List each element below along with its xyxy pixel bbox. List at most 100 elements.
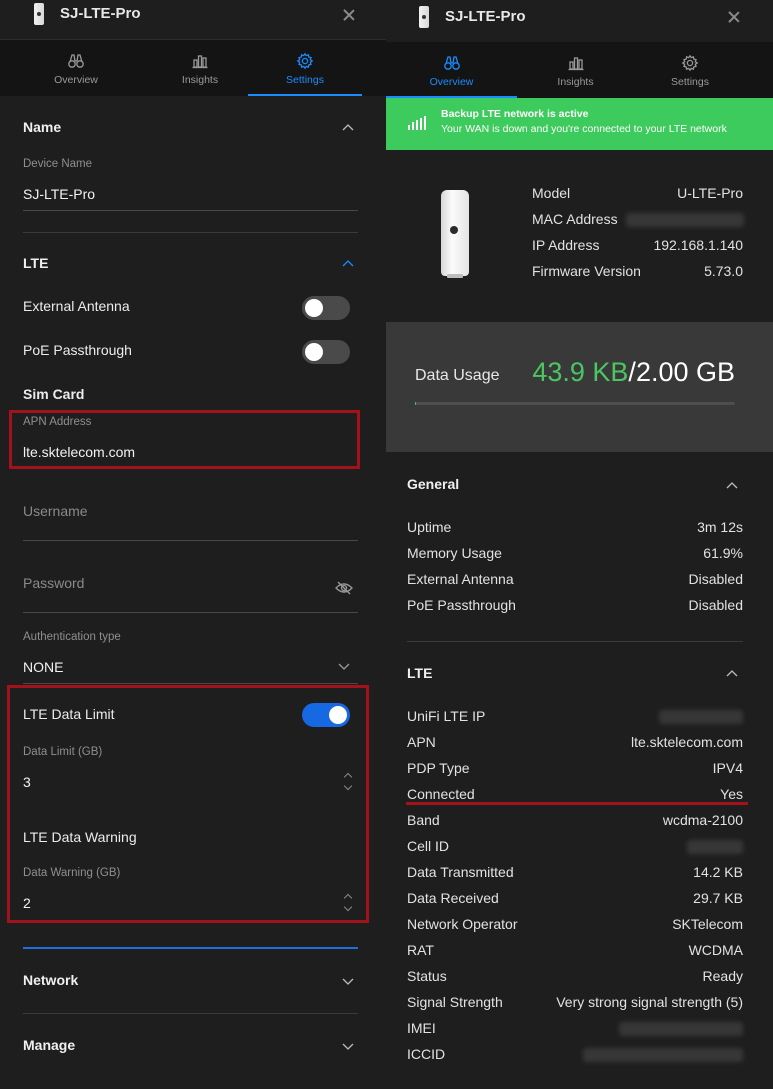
lte-row-label: IMEI [407, 1020, 436, 1036]
data-usage-used: 43.9 KB [532, 357, 629, 387]
lte-row-label: Signal Strength [407, 994, 503, 1010]
ip-address-value: 192.168.1.140 [653, 237, 743, 253]
general-row-label: External Antenna [407, 571, 514, 587]
lte-row-value: Ready [702, 968, 743, 984]
tab-settings[interactable]: Settings [248, 40, 362, 96]
close-icon[interactable] [343, 9, 355, 21]
apn-address-field[interactable]: lte.sktelecom.com [23, 444, 135, 460]
mac-address-value [626, 213, 744, 227]
auth-type-label: Authentication type [23, 631, 121, 643]
left-title-bar: SJ-LTE-Pro [0, 0, 386, 40]
lte-row-value [659, 710, 743, 724]
general-row-label: Memory Usage [407, 545, 502, 561]
binoculars-icon [68, 54, 84, 68]
section-divider [23, 232, 358, 233]
data-warning-input[interactable]: 2 [23, 895, 31, 911]
lte-row-value: 14.2 KB [693, 864, 743, 880]
tab-insights-label: Insights [557, 76, 594, 88]
gear-icon [681, 54, 699, 72]
lte-row-label: Data Transmitted [407, 864, 514, 880]
data-warning-stepper[interactable] [343, 894, 353, 912]
lte-row-label: ICCID [407, 1046, 446, 1062]
lte-row-value: SKTelecom [672, 916, 743, 932]
auth-type-underline [23, 683, 358, 684]
left-device-title: SJ-LTE-Pro [60, 5, 141, 22]
lte-row-label: UniFi LTE IP [407, 708, 486, 724]
device-name-underline [23, 210, 358, 211]
general-row-label: Uptime [407, 519, 452, 535]
firmware-value: 5.73.0 [704, 263, 743, 279]
lte-section-heading[interactable]: LTE [407, 665, 432, 681]
general-row-value: Disabled [688, 597, 743, 613]
username-underline [23, 540, 358, 541]
chevron-down-icon[interactable] [342, 975, 354, 987]
lte-row-value [687, 840, 743, 854]
tab-insights[interactable]: Insights [152, 40, 248, 96]
lte-row-label: Connected [407, 786, 475, 802]
sim-card-heading: Sim Card [23, 386, 85, 402]
lte-data-limit-toggle[interactable] [302, 703, 350, 727]
binoculars-icon [443, 56, 460, 70]
password-underline [23, 612, 358, 613]
section-divider [23, 1013, 358, 1014]
gear-icon [296, 52, 314, 70]
username-field[interactable]: Username [23, 503, 88, 519]
lte-data-warning-heading: LTE Data Warning [23, 829, 137, 845]
tab-settings[interactable]: Settings [634, 42, 746, 98]
right-tab-bar: Overview Insights Settings [386, 42, 773, 98]
lte-row-value: IPV4 [712, 760, 743, 776]
data-limit-label: Data Limit (GB) [23, 746, 103, 758]
tab-insights[interactable]: Insights [517, 42, 634, 98]
lte-row-value: 29.7 KB [693, 890, 743, 906]
lte-row-label: PDP Type [407, 760, 470, 776]
device-icon [34, 3, 44, 25]
chevron-up-icon[interactable] [342, 122, 354, 134]
ip-address-label: IP Address [532, 237, 600, 253]
external-antenna-toggle[interactable] [302, 296, 350, 320]
data-usage-separator: / [628, 357, 636, 387]
chevron-down-icon[interactable] [342, 1040, 354, 1052]
auth-type-select[interactable]: NONE [23, 659, 63, 675]
chevron-up-icon[interactable] [726, 668, 738, 680]
model-value: U-LTE-Pro [677, 185, 743, 201]
data-limit-stepper[interactable] [343, 773, 353, 791]
lte-row-label: Cell ID [407, 838, 450, 854]
manage-section-heading[interactable]: Manage [23, 1037, 75, 1053]
lte-row-label: Band [407, 812, 440, 828]
lte-row-label: Network Operator [407, 916, 518, 932]
device-name-field[interactable]: SJ-LTE-Pro [23, 186, 95, 202]
lte-row-label: Status [407, 968, 447, 984]
connected-highlight-line [406, 802, 748, 805]
lte-row-label: Data Received [407, 890, 499, 906]
close-icon[interactable] [728, 11, 740, 23]
device-name-label: Device Name [23, 158, 93, 170]
general-row-label: PoE Passthrough [407, 597, 516, 613]
lte-row-value: Very strong signal strength (5) [556, 994, 743, 1010]
chevron-up-icon[interactable] [342, 258, 354, 270]
lte-row-value: WCDMA [688, 942, 743, 958]
network-section-heading[interactable]: Network [23, 972, 78, 988]
chevron-down-icon[interactable] [338, 660, 350, 672]
apn-address-label: APN Address [23, 416, 92, 428]
tab-overview-label: Overview [429, 76, 474, 88]
lte-row-label: RAT [407, 942, 434, 958]
section-divider [407, 641, 743, 642]
data-usage-bar [415, 402, 735, 405]
general-row-value: 3m 12s [697, 519, 743, 535]
tab-overview-label: Overview [54, 74, 98, 86]
tab-overview[interactable]: Overview [0, 40, 152, 96]
overview-panel: SJ-LTE-Pro Overview Insights Settings Ba… [386, 0, 773, 1089]
data-usage-card: Data Usage 43.9 KB/2.00 GB [386, 322, 773, 452]
external-antenna-label: External Antenna [23, 298, 130, 314]
bar-chart-icon [192, 55, 208, 69]
lte-row-value: lte.sktelecom.com [630, 734, 743, 750]
eye-slash-icon[interactable] [335, 580, 353, 596]
general-section-heading[interactable]: General [407, 476, 459, 492]
data-limit-input[interactable]: 3 [23, 774, 31, 790]
poe-passthrough-toggle[interactable] [302, 340, 350, 364]
right-device-title: SJ-LTE-Pro [445, 8, 526, 25]
password-field[interactable]: Password [23, 575, 84, 591]
chevron-up-icon[interactable] [726, 480, 738, 492]
tab-overview[interactable]: Overview [386, 42, 517, 98]
lte-row-value: wcdma-2100 [662, 812, 743, 828]
